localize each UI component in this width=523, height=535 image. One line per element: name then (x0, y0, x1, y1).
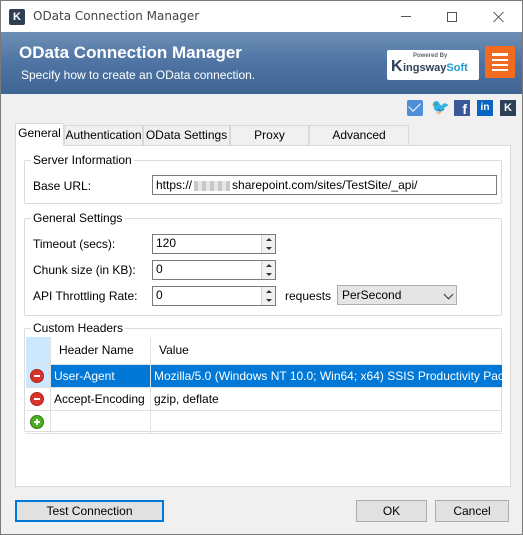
up-arrow-icon (265, 264, 272, 267)
row-header-corner (26, 337, 50, 364)
banner-subtitle: Specify how to create an OData connectio… (21, 68, 256, 82)
remove-row-icon[interactable] (30, 392, 44, 406)
tab-proxy-settings[interactable]: Proxy Settings (230, 125, 309, 160)
base-url-label: Base URL: (33, 179, 92, 193)
maximize-button[interactable] (429, 1, 475, 32)
rate-unit-select[interactable]: PerSecond (337, 285, 457, 305)
chunk-size-value: 0 (156, 262, 163, 276)
tab-general[interactable]: General (15, 123, 64, 146)
throttling-value: 0 (156, 288, 163, 302)
dialog-window: K OData Connection Manager OData Connect… (0, 0, 523, 535)
linkedin-icon[interactable]: in (477, 100, 493, 116)
down-arrow-icon (265, 299, 272, 302)
twitter-icon[interactable]: 🐦 (431, 100, 450, 116)
test-connection-button[interactable]: Test Connection (15, 500, 164, 522)
kingswaysoft-app-icon: K (9, 9, 25, 25)
spin-down-button[interactable] (262, 244, 275, 253)
tab-authentication[interactable]: Authentication (64, 125, 143, 145)
close-button[interactable] (476, 1, 522, 32)
spin-down-button[interactable] (262, 296, 275, 305)
facebook-icon[interactable]: f (454, 100, 470, 117)
header-value-cell[interactable] (150, 411, 502, 433)
banner-title: OData Connection Manager (19, 43, 242, 62)
up-arrow-icon (265, 290, 272, 293)
general-tab-panel: Server Information Base URL: https:// sha… (15, 145, 511, 487)
chunk-size-stepper[interactable]: 0 (152, 260, 276, 280)
spin-down-button[interactable] (262, 270, 275, 279)
logo-powered-by: Powered By (413, 53, 448, 59)
down-arrow-icon (265, 273, 272, 276)
spin-up-button[interactable] (262, 261, 275, 270)
kingswaysoft-icon[interactable]: K (500, 100, 516, 116)
group-label-headers: Custom Headers (31, 321, 126, 335)
header-name-cell[interactable] (50, 411, 150, 433)
base-url-suffix: sharepoint.com/sites/TestSite/_api/ (232, 178, 418, 192)
table-row[interactable]: Accept-Encoding gzip, deflate (26, 388, 502, 411)
document-icon[interactable] (485, 46, 515, 78)
throttling-label: API Throttling Rate: (33, 289, 138, 303)
header-banner: OData Connection Manager Specify how to … (1, 32, 522, 94)
ok-button[interactable]: OK (356, 500, 427, 522)
column-header-value[interactable]: Value (150, 337, 502, 364)
maximize-icon (447, 11, 457, 22)
column-header-name[interactable]: Header Name (50, 337, 150, 364)
up-arrow-icon (265, 238, 272, 241)
add-row-icon[interactable] (30, 415, 44, 429)
header-value-cell[interactable]: gzip, deflate (150, 388, 502, 410)
logo-k: K (391, 58, 403, 75)
redacted-segment (194, 180, 231, 191)
chunk-size-label: Chunk size (in KB): (33, 263, 136, 277)
group-label-server: Server Information (31, 153, 134, 167)
tab-odata-settings[interactable]: OData Settings (143, 125, 230, 145)
window-title: OData Connection Manager (33, 9, 200, 23)
minimize-icon (401, 16, 411, 17)
logo-name-part2: Soft (446, 62, 468, 74)
timeout-stepper[interactable]: 120 (152, 234, 276, 254)
logo-name: ingswaySoft (403, 62, 468, 74)
base-url-input[interactable]: https:// sharepoint.com/sites/TestSite/_a… (152, 175, 497, 195)
header-name-cell[interactable]: User-Agent (50, 365, 150, 387)
close-icon (493, 11, 505, 23)
throttling-stepper[interactable]: 0 (152, 286, 276, 306)
chevron-down-icon (443, 289, 454, 300)
timeout-value: 120 (156, 236, 177, 250)
header-value-cell[interactable]: Mozilla/5.0 (Windows NT 10.0; Win64; x64… (150, 365, 502, 387)
base-url-prefix: https:// (156, 178, 193, 192)
down-arrow-icon (265, 247, 272, 250)
minimize-button[interactable] (383, 1, 429, 32)
kingswaysoft-logo: Powered By K ingswaySoft (387, 50, 479, 80)
tab-advanced-settings[interactable]: Advanced Settings (309, 125, 409, 160)
remove-row-icon[interactable] (30, 369, 44, 383)
rate-unit-value: PerSecond (342, 288, 402, 302)
spin-up-button[interactable] (262, 287, 275, 296)
requests-label: requests (285, 289, 332, 303)
email-icon[interactable] (407, 100, 423, 116)
header-name-cell[interactable]: Accept-Encoding (50, 388, 150, 410)
table-row[interactable]: User-Agent Mozilla/5.0 (Windows NT 10.0;… (26, 365, 502, 388)
cancel-button[interactable]: Cancel (435, 500, 509, 522)
new-row[interactable] (26, 411, 502, 434)
title-bar: K OData Connection Manager (1, 1, 522, 32)
logo-name-part1: ingsway (403, 62, 447, 74)
spin-up-button[interactable] (262, 235, 275, 244)
grid-header-row: Header Name Value (26, 337, 502, 365)
group-label-general: General Settings (31, 211, 125, 225)
timeout-label: Timeout (secs): (33, 237, 116, 251)
